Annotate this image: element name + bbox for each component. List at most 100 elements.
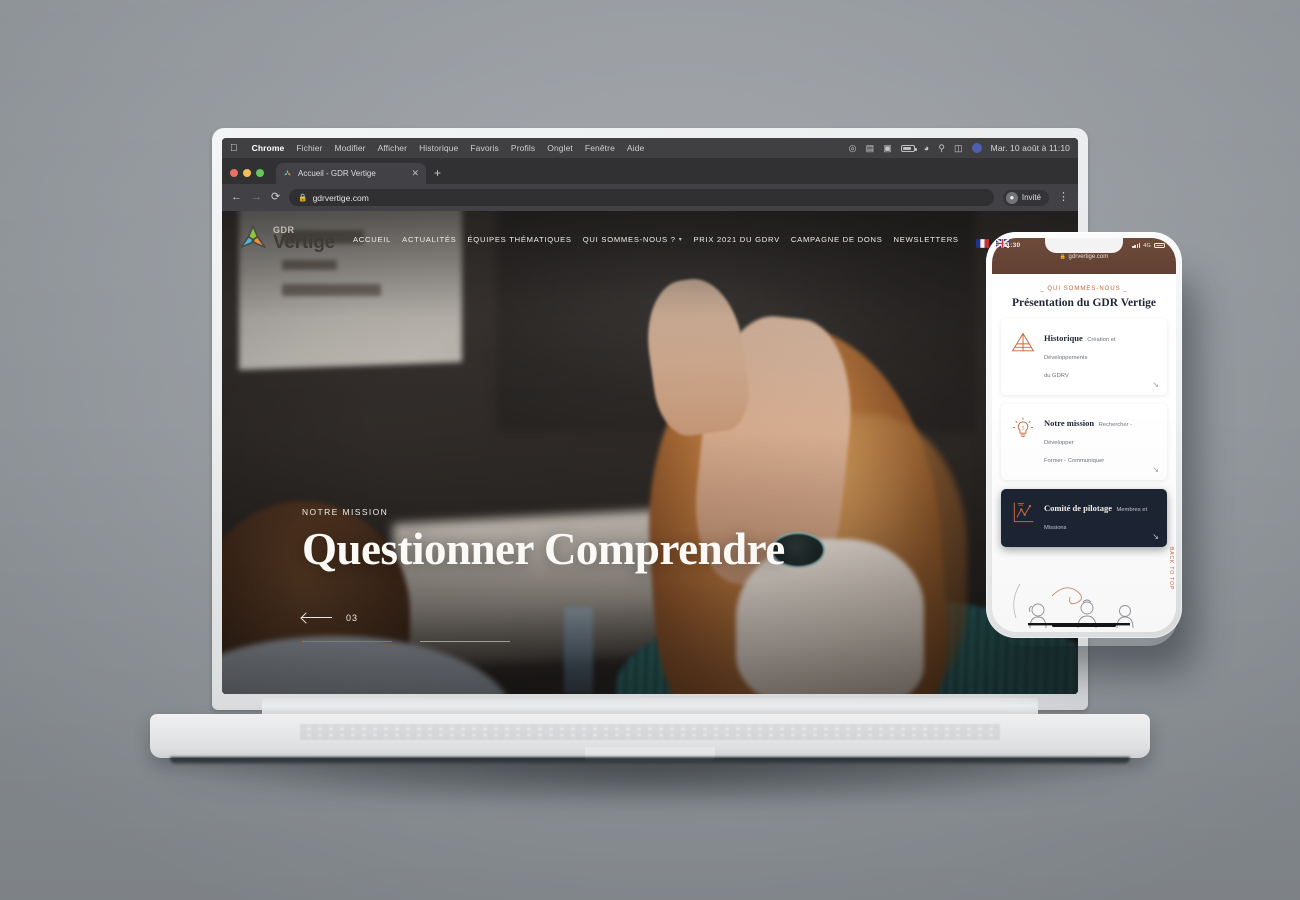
card-title: Notre mission	[1044, 418, 1095, 428]
menu-item-chrome[interactable]: Chrome	[252, 143, 285, 153]
new-tab-button[interactable]: +	[430, 166, 447, 184]
address-bar[interactable]: 🔒 gdrvertige.com	[289, 189, 994, 206]
lock-icon: 🔒	[298, 193, 308, 202]
menu-item-aide[interactable]: Aide	[627, 143, 644, 153]
menu-item-historique[interactable]: Historique	[419, 143, 458, 153]
menu-bar-tray[interactable]: ◎ ▤ ▣ ◕ ⚲ ◫ Mar. 10 août à 11:10	[849, 143, 1070, 153]
malwarebytes-icon[interactable]: ▤	[866, 143, 875, 153]
nav-item-equipes-thematiques[interactable]: ÉQUIPES THÉMATIQUES	[467, 235, 571, 244]
profile-button[interactable]: ● Invité	[1002, 189, 1049, 206]
menu-item-onglet[interactable]: Onglet	[547, 143, 573, 153]
nav-label: QUI SOMMES-NOUS ?	[582, 234, 676, 244]
browser-tab[interactable]: Accueil - GDR Vertige ✕	[276, 163, 426, 184]
arrow-left-icon[interactable]	[302, 613, 332, 623]
back-button[interactable]: ←	[231, 192, 242, 203]
chrome-toolbar: ← → ⟳ 🔒 gdrvertige.com ● Invité ⋮	[222, 184, 1078, 211]
arrow-down-right-icon[interactable]: ↘	[1152, 532, 1159, 541]
nav-label: ÉQUIPES THÉMATIQUES	[467, 234, 572, 244]
slider-progress-bar[interactable]	[420, 640, 510, 642]
notification-icon[interactable]	[971, 143, 982, 153]
slide-number: 03	[346, 612, 359, 623]
hero-copy: NOTRE MISSION Questionner Comprendre	[302, 507, 785, 572]
apple-icon[interactable]: 	[230, 143, 238, 154]
nav-item-accueil[interactable]: ACCUEIL	[353, 235, 391, 244]
nav-label: ACCUEIL	[352, 234, 392, 244]
mobile-heading: Présentation du GDR Vertige	[1011, 297, 1157, 309]
maximize-window-button[interactable]	[256, 169, 264, 177]
hero-slider-controls: 03	[302, 613, 510, 642]
menu-bar-clock[interactable]: Mar. 10 août à 11:10	[991, 143, 1070, 153]
wifi-icon[interactable]: ◕	[924, 143, 930, 153]
forward-button[interactable]: →	[251, 192, 262, 203]
nav-label: PRIX 2021 DU GDRV	[693, 234, 780, 244]
hero-title: Questionner Comprendre	[302, 524, 785, 574]
site-favicon	[283, 169, 292, 178]
list-item[interactable]: Historique Création et Développements du…	[1001, 319, 1167, 395]
chrome-menu-button[interactable]: ⋮	[1058, 192, 1069, 203]
site-logo-text: GDR Vertige	[273, 225, 335, 252]
macos-menu-bar[interactable]:  Chrome Fichier Modifier Afficher Histo…	[222, 138, 1078, 158]
phone-home-indicator	[1052, 624, 1116, 627]
nav-item-newsletters[interactable]: NEWSLETTERS	[894, 235, 959, 244]
laptop-base	[150, 698, 1150, 770]
nav-item-campagne-de-dons[interactable]: CAMPAGNE DE DONS	[791, 235, 883, 244]
nav-label: ACTUALITÉS	[402, 234, 457, 244]
close-window-button[interactable]	[230, 169, 238, 177]
nav-item-prix-2021[interactable]: PRIX 2021 DU GDRV	[693, 235, 779, 244]
site-navigation: ACCUEIL ACTUALITÉS ÉQUIPES THÉMATIQUES Q…	[353, 235, 1064, 249]
airplay-icon[interactable]: ◎	[849, 143, 857, 153]
menu-item-profils[interactable]: Profils	[511, 143, 535, 153]
signal-icon	[1132, 243, 1141, 248]
keyboard-icon[interactable]: ▣	[883, 143, 892, 153]
list-item-body: Notre mission Rechercher - Développer Fo…	[1044, 413, 1158, 467]
flag-fr-icon[interactable]	[975, 235, 989, 248]
browser-tab-title: Accueil - GDR Vertige	[298, 169, 376, 178]
list-item[interactable]: 5 Notre mission Rechercher - Développer …	[1001, 404, 1167, 480]
svg-text:5: 5	[1022, 426, 1025, 432]
phone-frame: 11:30 4G 🔒 gdrvertige.com _ QUI SOMMES-N…	[986, 232, 1182, 638]
mobile-page-body: _ QUI SOMMES-NOUS _ Présentation du GDR …	[992, 274, 1176, 632]
nav-label: NEWSLETTERS	[893, 234, 959, 244]
arrow-down-right-icon[interactable]: ↘	[1152, 465, 1159, 474]
mobile-card-list: Historique Création et Développements du…	[992, 309, 1176, 547]
list-item[interactable]: Comité de pilotage Membres et Missions ↘	[1001, 489, 1167, 547]
lightbulb-icon: 5	[1010, 415, 1036, 441]
site-header: GDR Vertige ACCUEIL ACTUALITÉS ÉQUIPES T…	[222, 211, 1078, 267]
menu-item-fenetre[interactable]: Fenêtre	[585, 143, 615, 153]
slider-progress-bar-active[interactable]	[302, 640, 392, 642]
hero-eyebrow: NOTRE MISSION	[302, 507, 389, 517]
slider-nav-row: 03	[302, 613, 510, 623]
arrow-down-right-icon[interactable]: ↘	[1152, 380, 1159, 389]
nav-item-qui-sommes-nous[interactable]: QUI SOMMES-NOUS ? ▾	[583, 235, 683, 244]
chart-icon	[1010, 500, 1036, 526]
menu-item-afficher[interactable]: Afficher	[378, 143, 407, 153]
card-title: Historique	[1044, 333, 1083, 343]
network-label: 4G	[1143, 242, 1151, 249]
laptop-deck	[150, 714, 1150, 761]
person-icon: ●	[1005, 191, 1018, 204]
minimize-window-button[interactable]	[243, 169, 251, 177]
laptop-screen-bezel:  Chrome Fichier Modifier Afficher Histo…	[212, 128, 1088, 710]
battery-icon[interactable]	[900, 144, 917, 152]
battery-icon	[1154, 242, 1165, 249]
search-icon[interactable]: ⚲	[938, 143, 945, 153]
laptop-keyboard	[300, 724, 1000, 740]
pinwheel-logo-icon	[238, 224, 268, 254]
menu-item-fichier[interactable]: Fichier	[296, 143, 322, 153]
menu-item-modifier[interactable]: Modifier	[335, 143, 366, 153]
reload-button[interactable]: ⟳	[271, 192, 280, 203]
control-center-icon[interactable]: ◫	[954, 143, 963, 153]
phone-status-right: 4G	[1132, 243, 1165, 249]
close-tab-button[interactable]: ✕	[411, 169, 419, 178]
window-controls[interactable]	[230, 169, 264, 184]
site-logo[interactable]: GDR Vertige	[238, 224, 335, 254]
card-line: du GDRV	[1044, 373, 1069, 379]
list-item-body: Comité de pilotage Membres et Missions	[1044, 498, 1158, 534]
website-viewport: GDR Vertige ACCUEIL ACTUALITÉS ÉQUIPES T…	[222, 211, 1078, 694]
nav-item-actualites[interactable]: ACTUALITÉS	[402, 235, 456, 244]
chevron-down-icon: ▾	[678, 236, 683, 243]
phone-device: 11:30 4G 🔒 gdrvertige.com _ QUI SOMMES-N…	[986, 232, 1182, 638]
laptop-underside	[170, 757, 1130, 765]
menu-item-favoris[interactable]: Favoris	[470, 143, 499, 153]
laptop-display:  Chrome Fichier Modifier Afficher Histo…	[222, 138, 1078, 694]
